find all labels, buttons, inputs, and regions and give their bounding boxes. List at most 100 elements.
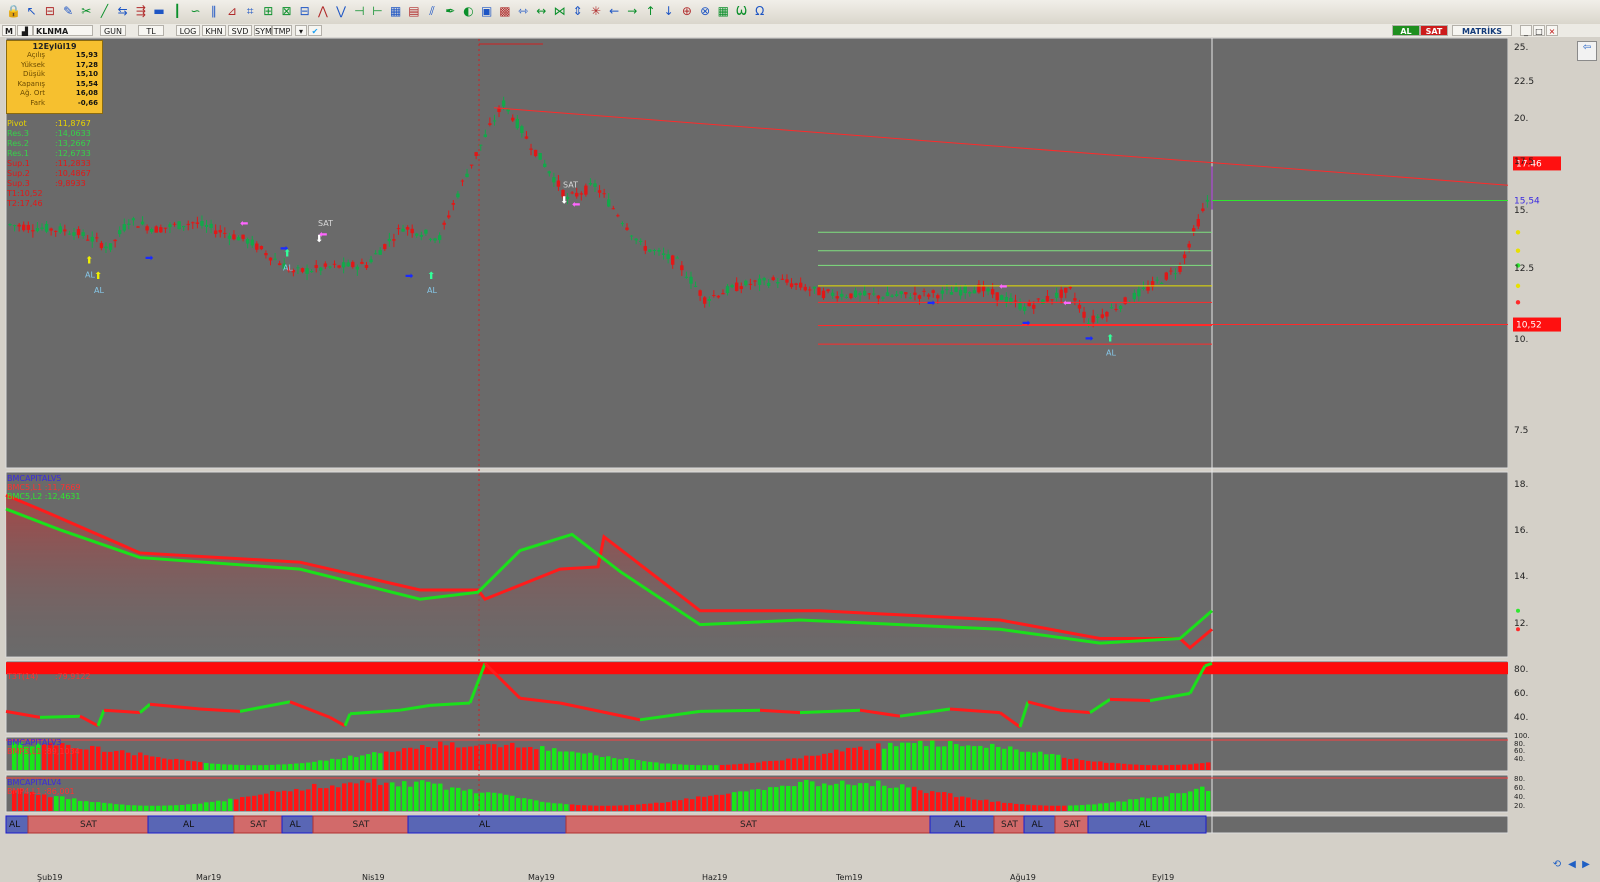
box-icon[interactable]: ⊞ xyxy=(261,3,276,19)
candle-body xyxy=(8,224,12,226)
ind4-bar xyxy=(318,788,323,811)
stretch-icon[interactable]: ⇿ xyxy=(516,3,531,19)
left-icon[interactable]: ⊣ xyxy=(352,3,367,19)
lock-icon[interactable]: 🔒 xyxy=(6,3,21,19)
candle-body xyxy=(99,242,104,249)
brush-icon[interactable]: ✒ xyxy=(443,3,458,19)
table-icon[interactable]: ▦ xyxy=(388,3,403,19)
fib-icon[interactable]: ⊠ xyxy=(279,3,294,19)
ind4-bar xyxy=(972,799,977,811)
grid-icon[interactable]: ⌗ xyxy=(243,3,258,19)
signal-arrow: ➡ xyxy=(1022,318,1031,329)
minimize-button[interactable]: _ xyxy=(1520,25,1532,36)
ind4-bar xyxy=(858,783,863,811)
arrow-up-icon[interactable]: ↑ xyxy=(643,3,658,19)
ind4-bar xyxy=(672,800,677,811)
symbol-field[interactable]: KLNMA xyxy=(33,25,93,36)
ind4-bar xyxy=(1038,805,1043,811)
ind3-bar xyxy=(312,761,317,770)
scroll-right-button[interactable]: ▶ xyxy=(1580,859,1592,873)
parallel-icon[interactable]: ∥ xyxy=(206,3,221,19)
ind4-bar xyxy=(270,791,275,811)
list-icon[interactable]: ▤ xyxy=(406,3,421,19)
candle-body xyxy=(351,261,355,268)
menu-item-sym[interactable]: SYM xyxy=(254,25,272,36)
pointer-icon[interactable]: ↖ xyxy=(24,3,39,19)
menu-item-svd[interactable]: SVD xyxy=(228,25,252,36)
menu-item-tmp[interactable]: TMP xyxy=(272,25,292,36)
menu-m-button[interactable]: M xyxy=(2,25,16,36)
export-icon[interactable]: ▦ xyxy=(716,3,731,19)
wave2-icon[interactable]: Ѡ xyxy=(734,3,749,19)
frame-icon[interactable]: ▣ xyxy=(479,3,494,19)
zoom-out-icon[interactable]: ⊗ xyxy=(698,3,713,19)
candle-body xyxy=(844,296,849,298)
twitter-icon[interactable]: ✔ xyxy=(308,25,322,36)
candle-body xyxy=(469,164,474,166)
chart-canvas[interactable]: 17.4615,5410,52⬆AL ⬆AL➡⬅➡⬆AL⬇SAT⬅➡ ⬆AL⬇SAT… xyxy=(0,37,1600,875)
trough-icon[interactable]: ⋁ xyxy=(334,3,349,19)
ind4-bar xyxy=(1146,798,1151,811)
fib-ext-icon[interactable]: ⊟ xyxy=(297,3,312,19)
ind3-bar xyxy=(1134,764,1139,770)
menu-item-khn[interactable]: KHN xyxy=(202,25,226,36)
chart-type-icon[interactable]: ▟ xyxy=(17,25,33,36)
hline-icon[interactable]: ▬ xyxy=(152,3,167,19)
menu-item-gun[interactable]: GUN xyxy=(100,25,126,36)
cut-icon[interactable]: ✂ xyxy=(79,3,94,19)
trendline-icon[interactable]: ╱ xyxy=(97,3,112,19)
ind3-bar xyxy=(606,756,611,770)
ind4-bar xyxy=(714,794,719,811)
slash-icon[interactable]: ⫽ xyxy=(425,3,440,19)
pen-icon[interactable]: ✎ xyxy=(61,3,76,19)
sat-button[interactable]: SAT xyxy=(1420,25,1448,36)
ind4-bar xyxy=(420,780,425,811)
pattern-icon[interactable]: ▩ xyxy=(497,3,512,19)
candle-body xyxy=(131,218,136,221)
ind4-bar xyxy=(96,802,101,811)
ind4-bar xyxy=(744,791,749,811)
ind3-bar xyxy=(546,750,551,770)
menu-item-tl[interactable]: TL xyxy=(138,25,164,36)
arc-icon[interactable]: Ω xyxy=(752,3,767,19)
ind3-bar xyxy=(1206,762,1211,770)
zoom-icon[interactable]: ⋈ xyxy=(552,3,567,19)
channel-icon[interactable]: ⇆ xyxy=(115,3,130,19)
ind3-bar xyxy=(582,753,587,770)
candle-body xyxy=(1118,305,1123,309)
ind3-bar xyxy=(1050,753,1055,770)
triangle-icon[interactable]: ⊿ xyxy=(224,3,239,19)
scroll-left-button[interactable]: ◀ xyxy=(1566,859,1578,873)
menu-dropdown-icon[interactable]: ▾ xyxy=(295,25,307,36)
ind3-bar xyxy=(906,742,911,770)
menu-item-log[interactable]: LOG xyxy=(176,25,200,36)
ind3-bar xyxy=(318,760,323,770)
vline-icon[interactable]: ┃ xyxy=(170,3,185,19)
ind3-bar xyxy=(1026,751,1031,770)
collapse-panel-button[interactable]: ⇦ xyxy=(1577,41,1597,61)
ind4-bar xyxy=(666,802,671,811)
candle-body xyxy=(661,253,666,255)
right-icon[interactable]: ⊢ xyxy=(370,3,385,19)
candle-body xyxy=(629,235,634,237)
select-icon[interactable]: ⊟ xyxy=(42,3,57,19)
arrow-right-icon[interactable]: → xyxy=(625,3,640,19)
zoom-in-icon[interactable]: ⊕ xyxy=(679,3,694,19)
ind4-bar xyxy=(588,805,593,811)
circle-icon[interactable]: ◐ xyxy=(461,3,476,19)
level-dot xyxy=(1515,283,1521,289)
arrow-down-icon[interactable]: ↓ xyxy=(661,3,676,19)
ind4-bar xyxy=(408,786,413,811)
al-button[interactable]: AL xyxy=(1392,25,1420,36)
fan-icon[interactable]: ⇶ xyxy=(133,3,148,19)
arrow-left-icon[interactable]: ← xyxy=(607,3,622,19)
refresh-icon[interactable]: ⟲ xyxy=(1548,859,1566,873)
pan-icon[interactable]: ↔ xyxy=(534,3,549,19)
star-icon[interactable]: ✳ xyxy=(588,3,603,19)
close-button[interactable]: × xyxy=(1546,25,1558,36)
updown-icon[interactable]: ⇕ xyxy=(570,3,585,19)
maximize-button[interactable]: □ xyxy=(1533,25,1545,36)
candle-body xyxy=(940,290,945,294)
wave-icon[interactable]: ∽ xyxy=(188,3,203,19)
peak-icon[interactable]: ⋀ xyxy=(315,3,330,19)
